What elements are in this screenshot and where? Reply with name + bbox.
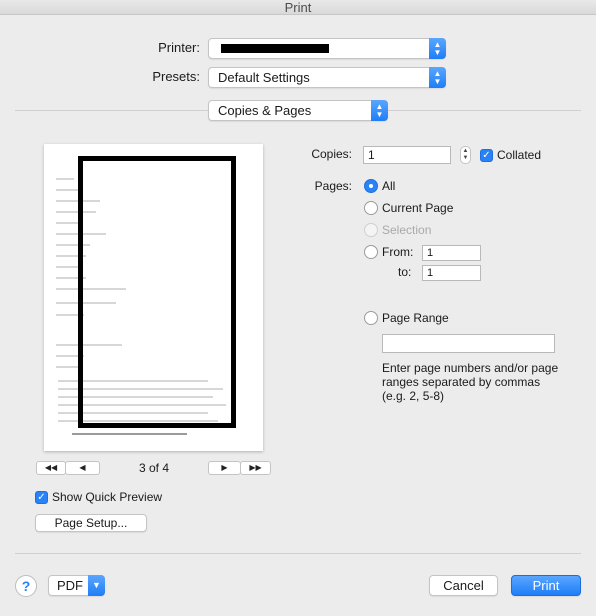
page-preview <box>44 144 263 451</box>
pdf-menu-button[interactable]: PDF ▼ <box>48 575 105 596</box>
popup-arrows-icon: ▲ ▼ <box>429 67 446 88</box>
page-range-radio[interactable] <box>364 311 378 325</box>
pdf-label: PDF <box>57 578 83 593</box>
print-button[interactable]: Print <box>511 575 581 596</box>
pages-from-radio[interactable] <box>364 245 378 259</box>
presets-popup[interactable]: Default Settings ▲ ▼ <box>208 67 446 88</box>
next-page-icon: ▶ <box>221 463 228 472</box>
show-quick-preview-checkbox[interactable]: ✓ <box>35 491 48 504</box>
previous-page-button[interactable]: ◀ <box>65 461 100 475</box>
pages-all-label: All <box>382 179 396 193</box>
preview-text-line <box>72 433 187 435</box>
last-page-icon: ▶▶ <box>249 463 262 472</box>
copies-label: Copies: <box>311 147 352 161</box>
page-setup-button[interactable]: Page Setup... <box>35 514 147 532</box>
copies-input[interactable]: 1 <box>363 146 451 164</box>
preview-text-line <box>56 189 80 191</box>
bottom-separator <box>15 553 581 554</box>
last-page-button[interactable]: ▶▶ <box>240 461 271 475</box>
preview-text-line <box>56 222 78 224</box>
copies-stepper[interactable]: ▲ ▼ <box>460 146 471 164</box>
presets-label: Presets: <box>152 69 200 84</box>
first-page-icon: ◀◀ <box>44 463 58 472</box>
page-range-input[interactable] <box>382 334 555 353</box>
printer-popup[interactable]: ▲ ▼ <box>208 38 446 59</box>
page-range-hint: Enter page numbers and/or page ranges se… <box>382 361 559 403</box>
collated-checkbox[interactable]: ✓ <box>480 149 493 162</box>
pages-from-label: From: <box>382 245 414 259</box>
from-page-input[interactable]: 1 <box>422 245 481 261</box>
previous-page-icon: ◀ <box>79 463 86 472</box>
preview-text-line <box>56 178 74 180</box>
page-counter: 3 of 4 <box>138 461 170 475</box>
section-popup-value: Copies & Pages <box>218 103 312 118</box>
printer-name-redaction <box>221 44 329 53</box>
pages-label: Pages: <box>314 179 352 193</box>
popup-arrows-icon: ▲ ▼ <box>371 100 388 121</box>
chevron-down-icon: ▼ <box>88 575 105 596</box>
collated-label: Collated <box>497 148 542 162</box>
show-quick-preview-label: Show Quick Preview <box>52 490 163 504</box>
to-label: to: <box>398 265 412 279</box>
popup-arrows-icon: ▲ ▼ <box>429 38 446 59</box>
cancel-button[interactable]: Cancel <box>429 575 498 596</box>
section-popup[interactable]: Copies & Pages ▲ ▼ <box>208 100 388 121</box>
pages-current-page-radio[interactable] <box>364 201 378 215</box>
pages-selection-label: Selection <box>382 223 432 237</box>
help-icon: ? <box>21 578 31 594</box>
window-title: Print <box>0 0 596 15</box>
to-page-input[interactable]: 1 <box>422 265 481 281</box>
pages-selection-radio <box>364 223 378 237</box>
presets-value: Default Settings <box>218 70 310 85</box>
pages-all-radio[interactable] <box>364 179 378 193</box>
page-range-label: Page Range <box>382 311 449 325</box>
pages-current-page-label: Current Page <box>382 201 454 215</box>
preview-redaction-box <box>78 156 236 428</box>
printer-label: Printer: <box>158 40 200 55</box>
next-page-button[interactable]: ▶ <box>208 461 241 475</box>
help-button[interactable]: ? <box>15 575 37 597</box>
first-page-button[interactable]: ◀◀ <box>36 461 66 475</box>
